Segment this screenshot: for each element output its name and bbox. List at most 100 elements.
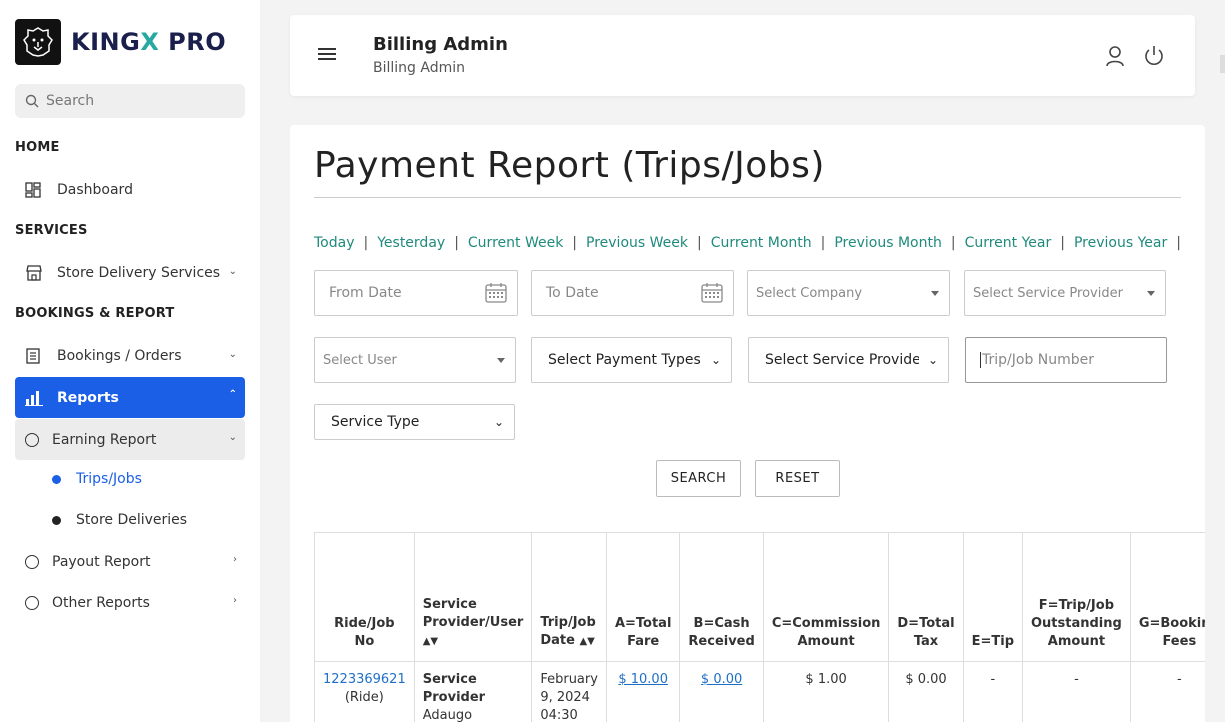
payment-types-select[interactable]: Select Payment Types ⌄ <box>531 337 732 383</box>
sort-icon[interactable]: ▲▼ <box>423 636 438 647</box>
cell-tip: - <box>962 661 1024 722</box>
caret-down-icon <box>497 358 505 363</box>
brand-logo[interactable]: KINGX PRO <box>15 19 226 65</box>
cell-provider: Service Provider Adaugo <box>413 661 533 722</box>
title-divider <box>314 197 1181 198</box>
col-booking-fees: G=Booking Fees <box>1129 532 1205 662</box>
search-icon <box>25 94 39 108</box>
payment-types-value: Select Payment Types <box>548 352 701 368</box>
cell-total-fare: $ 10.00 <box>605 661 681 722</box>
sidebar-item-label: Dashboard <box>57 182 133 198</box>
top-header: Billing Admin Billing Admin <box>290 15 1195 96</box>
cell-booking-fees: - <box>1129 661 1205 722</box>
sidebar: KINGX PRO Search HOME Dashboard SERVICES… <box>0 0 260 722</box>
col-service-provider-user[interactable]: Service Provider/User ▲▼ <box>413 532 533 662</box>
list-doc-icon <box>25 348 47 364</box>
sidebar-item-earning-report[interactable]: Earning Report ⌄ <box>15 419 245 460</box>
to-date-placeholder: To Date <box>546 285 599 301</box>
sidebar-item-bookings[interactable]: Bookings / Orders ⌄ <box>15 336 245 376</box>
col-total-fare: A=Total Fare <box>605 532 681 662</box>
job-number-placeholder: Trip/Job Number <box>980 352 1095 368</box>
sidebar-item-label: Earning Report <box>52 431 157 448</box>
chevron-down-icon: ⌄ <box>228 266 237 277</box>
service-provider-select-2[interactable]: Select Service Provider ⌄ <box>748 337 949 383</box>
sidebar-item-payout-report[interactable]: Payout Report › <box>15 542 245 582</box>
range-current-year[interactable]: Current Year <box>965 235 1052 251</box>
chevron-down-icon: ⌄ <box>493 415 504 429</box>
from-date-input[interactable]: From Date <box>314 270 518 316</box>
service-provider-select[interactable]: Select Service Provider <box>964 270 1166 316</box>
to-date-input[interactable]: To Date <box>531 270 734 316</box>
dot-icon <box>52 515 61 525</box>
calendar-icon <box>701 283 723 303</box>
section-bookings-report: BOOKINGS & REPORT <box>15 306 175 321</box>
circle-icon <box>25 555 47 569</box>
sidebar-item-label: Store Delivery Services <box>57 265 221 281</box>
chevron-up-icon: ⌃ <box>228 389 237 400</box>
sidebar-item-store-delivery[interactable]: Store Delivery Services ⌄ <box>15 253 245 293</box>
range-yesterday[interactable]: Yesterday <box>377 235 445 251</box>
job-no-link[interactable]: 1223369621 <box>323 672 406 687</box>
sidebar-item-label: Other Reports <box>52 595 150 611</box>
range-today[interactable]: Today <box>314 235 355 251</box>
from-date-placeholder: From Date <box>329 285 402 301</box>
col-ride-job-no: Ride/Job No <box>314 532 415 662</box>
total-fare-link[interactable]: $ 10.00 <box>618 672 668 687</box>
dashboard-icon <box>25 182 47 198</box>
power-logout-icon[interactable] <box>1143 45 1165 67</box>
scrollbar-thumb[interactable] <box>1220 55 1225 73</box>
range-previous-week[interactable]: Previous Week <box>586 235 688 251</box>
chevron-down-icon: ⌄ <box>228 432 237 443</box>
header-title: Billing Admin <box>373 34 508 55</box>
range-current-month[interactable]: Current Month <box>711 235 812 251</box>
sidebar-item-label: Bookings / Orders <box>57 348 182 364</box>
calendar-icon <box>485 283 507 303</box>
sidebar-item-dashboard[interactable]: Dashboard <box>15 170 245 210</box>
job-number-input[interactable]: Trip/Job Number <box>965 337 1167 383</box>
col-commission-amount: C=Commission Amount <box>762 532 890 662</box>
page-title: Payment Report (Trips/Jobs) <box>314 145 825 186</box>
service-provider-placeholder: Select Service Provider <box>973 285 1123 301</box>
circle-icon <box>25 432 47 447</box>
user-select[interactable]: Select User <box>314 337 516 383</box>
sidebar-item-other-reports[interactable]: Other Reports › <box>15 583 245 623</box>
chevron-down-icon: ⌄ <box>228 349 237 360</box>
lion-logo-icon <box>15 19 61 65</box>
brand-name: KINGX PRO <box>71 28 227 56</box>
hamburger-menu-icon[interactable] <box>318 48 336 63</box>
store-icon <box>25 265 47 281</box>
service-type-select[interactable]: Service Type ⌄ <box>314 404 515 440</box>
sidebar-item-label: Store Deliveries <box>76 512 188 528</box>
cell-tax: $ 0.00 <box>888 661 964 722</box>
cell-outstanding: - <box>1022 661 1131 722</box>
cash-received-link[interactable]: $ 0.00 <box>701 672 742 687</box>
sidebar-item-trips-jobs[interactable]: Trips/Jobs <box>52 471 142 487</box>
col-cash-received: B=Cash Received <box>679 532 764 662</box>
sidebar-item-store-deliveries[interactable]: Store Deliveries <box>52 512 187 528</box>
bar-chart-icon <box>25 390 47 406</box>
sort-icon[interactable]: ▲▼ <box>579 636 594 647</box>
user-profile-icon[interactable] <box>1105 45 1125 67</box>
cell-commission: $ 1.00 <box>762 661 890 722</box>
payment-report-table: Ride/Job No Service Provider/User ▲▼ Tri… <box>314 532 1205 722</box>
search-button[interactable]: SEARCH <box>656 460 741 497</box>
table-row: 1223369621 (Ride) Service Provider Adaugo … <box>314 661 1205 722</box>
range-current-week[interactable]: Current Week <box>468 235 563 251</box>
reset-button[interactable]: RESET <box>755 460 840 497</box>
sidebar-search[interactable]: Search <box>15 84 245 118</box>
chevron-right-icon: › <box>233 554 237 565</box>
company-select[interactable]: Select Company <box>747 270 950 316</box>
cell-date: February 9, 2024 04:30 PM <box>531 661 607 722</box>
chevron-right-icon: › <box>233 595 237 606</box>
range-previous-month[interactable]: Previous Month <box>834 235 942 251</box>
service-provider-2-value: Select Service Provider <box>765 352 919 368</box>
sidebar-item-label: Payout Report <box>52 554 151 570</box>
user-placeholder: Select User <box>323 352 397 368</box>
chevron-down-icon: ⌄ <box>927 353 938 367</box>
sidebar-item-label: Reports <box>57 389 119 406</box>
col-trip-job-date[interactable]: Trip/Job Date ▲▼ <box>531 532 607 662</box>
search-placeholder: Search <box>46 93 95 109</box>
sidebar-item-reports[interactable]: Reports ⌃ <box>15 377 245 418</box>
caret-down-icon <box>931 291 939 296</box>
range-previous-year[interactable]: Previous Year <box>1074 235 1167 251</box>
